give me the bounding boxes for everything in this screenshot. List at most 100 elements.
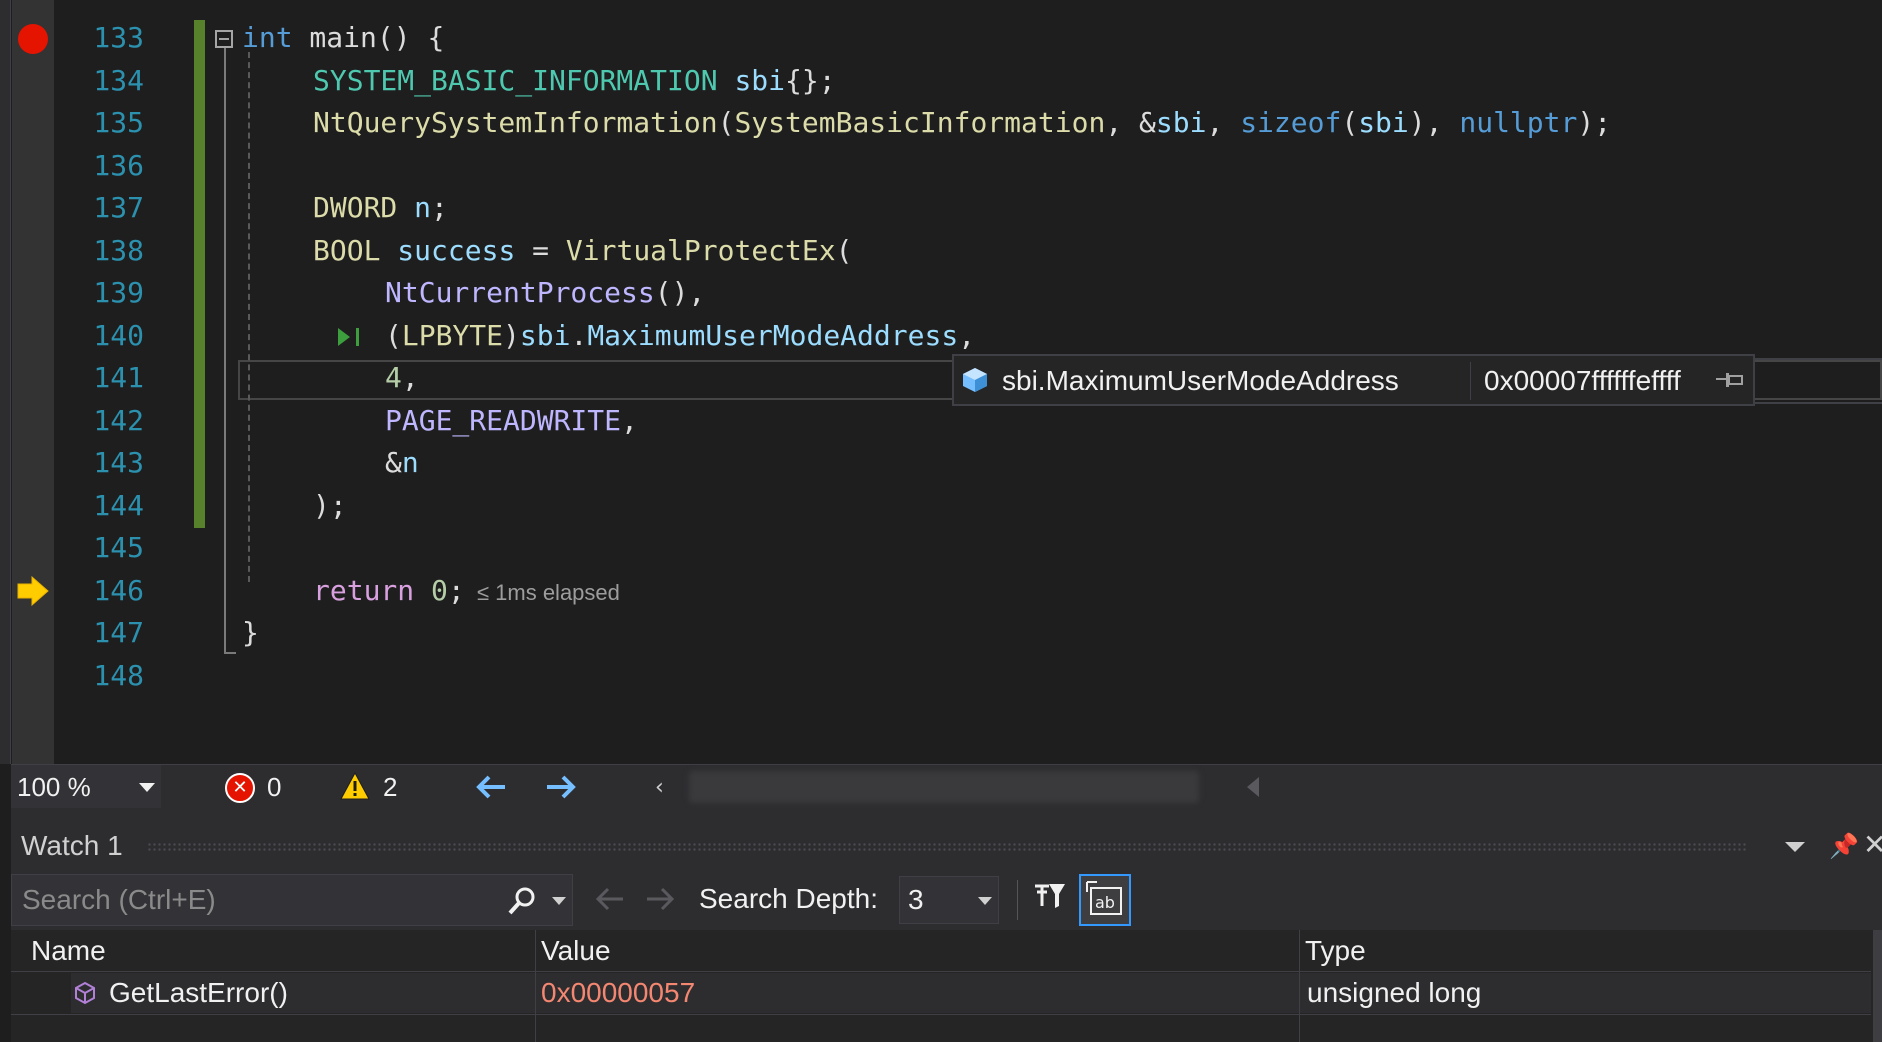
search-box[interactable] bbox=[11, 874, 573, 926]
code-line[interactable]: 143 &n bbox=[0, 442, 1882, 484]
search-next-icon[interactable] bbox=[643, 884, 677, 914]
editor-status-bar: 100 % ✕ 0 2 ‹ bbox=[11, 764, 1882, 809]
code-line[interactable]: 137 DWORD n; bbox=[0, 187, 1882, 229]
column-header-type[interactable]: Type bbox=[1305, 930, 1366, 972]
warning-count[interactable]: 2 bbox=[383, 765, 397, 809]
vertical-scrollbar[interactable] bbox=[1873, 930, 1882, 1042]
line-number: 140 bbox=[93, 318, 144, 352]
code-token: (), bbox=[654, 276, 706, 309]
search-previous-icon[interactable] bbox=[593, 884, 627, 914]
code-token: success bbox=[397, 233, 516, 267]
datatip[interactable]: sbi.MaximumUserModeAddress 0x00007ffffff… bbox=[952, 354, 1755, 406]
code-text[interactable]: ); bbox=[313, 485, 347, 527]
column-header-value[interactable]: Value bbox=[541, 930, 611, 972]
code-token: int bbox=[242, 21, 293, 54]
code-token: } bbox=[242, 616, 259, 649]
chevron-down-icon bbox=[978, 897, 992, 905]
title-grip[interactable] bbox=[147, 842, 1747, 852]
code-token: NtCurrentProcess bbox=[385, 276, 655, 309]
code-line[interactable]: 134 SYSTEM_BASIC_INFORMATION sbi{}; bbox=[0, 60, 1882, 102]
code-token: BOOL bbox=[313, 233, 381, 267]
chevron-down-icon[interactable] bbox=[552, 897, 566, 905]
datatip-value[interactable]: 0x00007ffffffeffff bbox=[1484, 356, 1681, 406]
code-text[interactable]: (LPBYTE)sbi.MaximumUserModeAddress, bbox=[385, 315, 975, 357]
code-line[interactable]: 144); bbox=[0, 485, 1882, 527]
code-token: DWORD bbox=[313, 191, 398, 224]
search-icon[interactable] bbox=[506, 885, 538, 917]
code-line[interactable]: 146 return 0; ≤ 1ms elapsed bbox=[0, 570, 1882, 612]
scroll-left-arrow-icon[interactable] bbox=[1247, 777, 1259, 797]
code-token: , bbox=[1206, 106, 1241, 139]
pin-icon[interactable] bbox=[1714, 370, 1744, 392]
column-header-name[interactable]: Name bbox=[31, 930, 106, 972]
search-depth-dropdown[interactable]: 3 bbox=[899, 876, 999, 924]
line-number: 141 bbox=[93, 361, 144, 394]
error-count[interactable]: 0 bbox=[267, 765, 281, 809]
pin-icon[interactable]: 📌 bbox=[1829, 832, 1859, 860]
code-line[interactable]: 139 NtCurrentProcess(), bbox=[0, 272, 1882, 314]
code-text[interactable]: return 0; ≤ 1ms elapsed bbox=[313, 570, 620, 614]
code-editor[interactable]: 133 int main() {134 SYSTEM_BASIC_INFORMATI… bbox=[0, 0, 1882, 764]
code-token: SYSTEM_BASIC_INFORMATION bbox=[313, 63, 718, 97]
close-icon[interactable]: ✕ bbox=[1863, 828, 1882, 861]
code-text[interactable]: } bbox=[242, 612, 259, 654]
code-token: , & bbox=[1105, 106, 1156, 139]
code-line[interactable]: 145 bbox=[0, 527, 1882, 569]
code-text[interactable]: int main() { bbox=[242, 17, 444, 59]
arrow-right-icon[interactable] bbox=[543, 773, 579, 801]
datatip-expression: sbi.MaximumUserModeAddress bbox=[1002, 365, 1399, 396]
search-depth-label: Search Depth: bbox=[699, 883, 878, 914]
code-text[interactable]: 4, bbox=[385, 357, 419, 399]
line-number: 138 bbox=[93, 233, 144, 267]
line-number: 139 bbox=[93, 276, 144, 309]
column-divider[interactable] bbox=[1299, 930, 1300, 1042]
code-token: ( bbox=[385, 318, 402, 352]
code-text[interactable]: PAGE_READWRITE, bbox=[385, 400, 638, 442]
watch-value[interactable]: 0x00000057 bbox=[541, 973, 695, 1013]
code-token: sbi bbox=[1155, 106, 1207, 139]
pin-filter-icon[interactable] bbox=[1031, 880, 1067, 916]
code-text[interactable]: SYSTEM_BASIC_INFORMATION sbi{}; bbox=[313, 60, 836, 102]
table-row[interactable] bbox=[11, 1014, 1871, 1042]
chevron-down-icon bbox=[139, 783, 155, 792]
code-text[interactable]: NtQuerySystemInformation(SystemBasicInfo… bbox=[313, 102, 1611, 144]
warning-icon[interactable] bbox=[339, 771, 371, 801]
code-text[interactable]: NtCurrentProcess(), bbox=[385, 272, 705, 314]
code-line[interactable]: 138 BOOL success = VirtualProtectEx( bbox=[0, 230, 1882, 272]
line-number: 144 bbox=[93, 488, 144, 522]
code-text[interactable]: BOOL success = VirtualProtectEx( bbox=[313, 230, 852, 272]
code-line[interactable]: 133 int main() { bbox=[0, 17, 1882, 59]
watch-type: unsigned long bbox=[1307, 977, 1482, 1008]
code-token: nullptr bbox=[1459, 106, 1578, 139]
watch-name[interactable]: GetLastError() bbox=[109, 973, 288, 1013]
zoom-dropdown[interactable]: 100 % bbox=[11, 765, 161, 809]
chevron-left-icon[interactable]: ‹ bbox=[655, 775, 664, 800]
horizontal-scrollbar[interactable]: ‹ bbox=[647, 765, 1882, 809]
table-row[interactable]: GetLastError() 0x00000057 unsigned long bbox=[71, 973, 1871, 1013]
code-text[interactable]: &n bbox=[385, 442, 419, 484]
watch-title-bar[interactable]: Watch 1 📌 ✕ bbox=[11, 824, 1882, 868]
code-token: n bbox=[414, 191, 432, 224]
search-input[interactable] bbox=[12, 875, 502, 925]
code-line[interactable]: 140 (LPBYTE)sbi.MaximumUserModeAddress, bbox=[0, 315, 1882, 357]
code-token: ) bbox=[503, 318, 520, 352]
code-line[interactable]: 147} bbox=[0, 612, 1882, 654]
error-icon[interactable]: ✕ bbox=[225, 773, 255, 803]
code-line[interactable]: 136 bbox=[0, 145, 1882, 187]
code-token: SystemBasicInformation bbox=[734, 106, 1106, 139]
code-line[interactable]: 135 NtQuerySystemInformation(SystemBasicI… bbox=[0, 102, 1882, 144]
arrow-left-icon[interactable] bbox=[473, 773, 509, 801]
line-number: 136 bbox=[93, 148, 144, 182]
code-token: main() { bbox=[292, 21, 445, 54]
code-token: sbi bbox=[734, 63, 786, 97]
window-menu-icon[interactable] bbox=[1785, 842, 1805, 852]
column-divider[interactable] bbox=[535, 930, 536, 1042]
code-token: sizeof bbox=[1240, 106, 1342, 139]
code-token: , bbox=[401, 361, 419, 394]
hexadecimal-toggle[interactable]: ab bbox=[1079, 874, 1131, 926]
code-token: . bbox=[570, 318, 588, 352]
code-line[interactable]: 148 bbox=[0, 655, 1882, 697]
code-text[interactable]: DWORD n; bbox=[313, 187, 448, 229]
datatip-extension bbox=[1752, 358, 1882, 404]
